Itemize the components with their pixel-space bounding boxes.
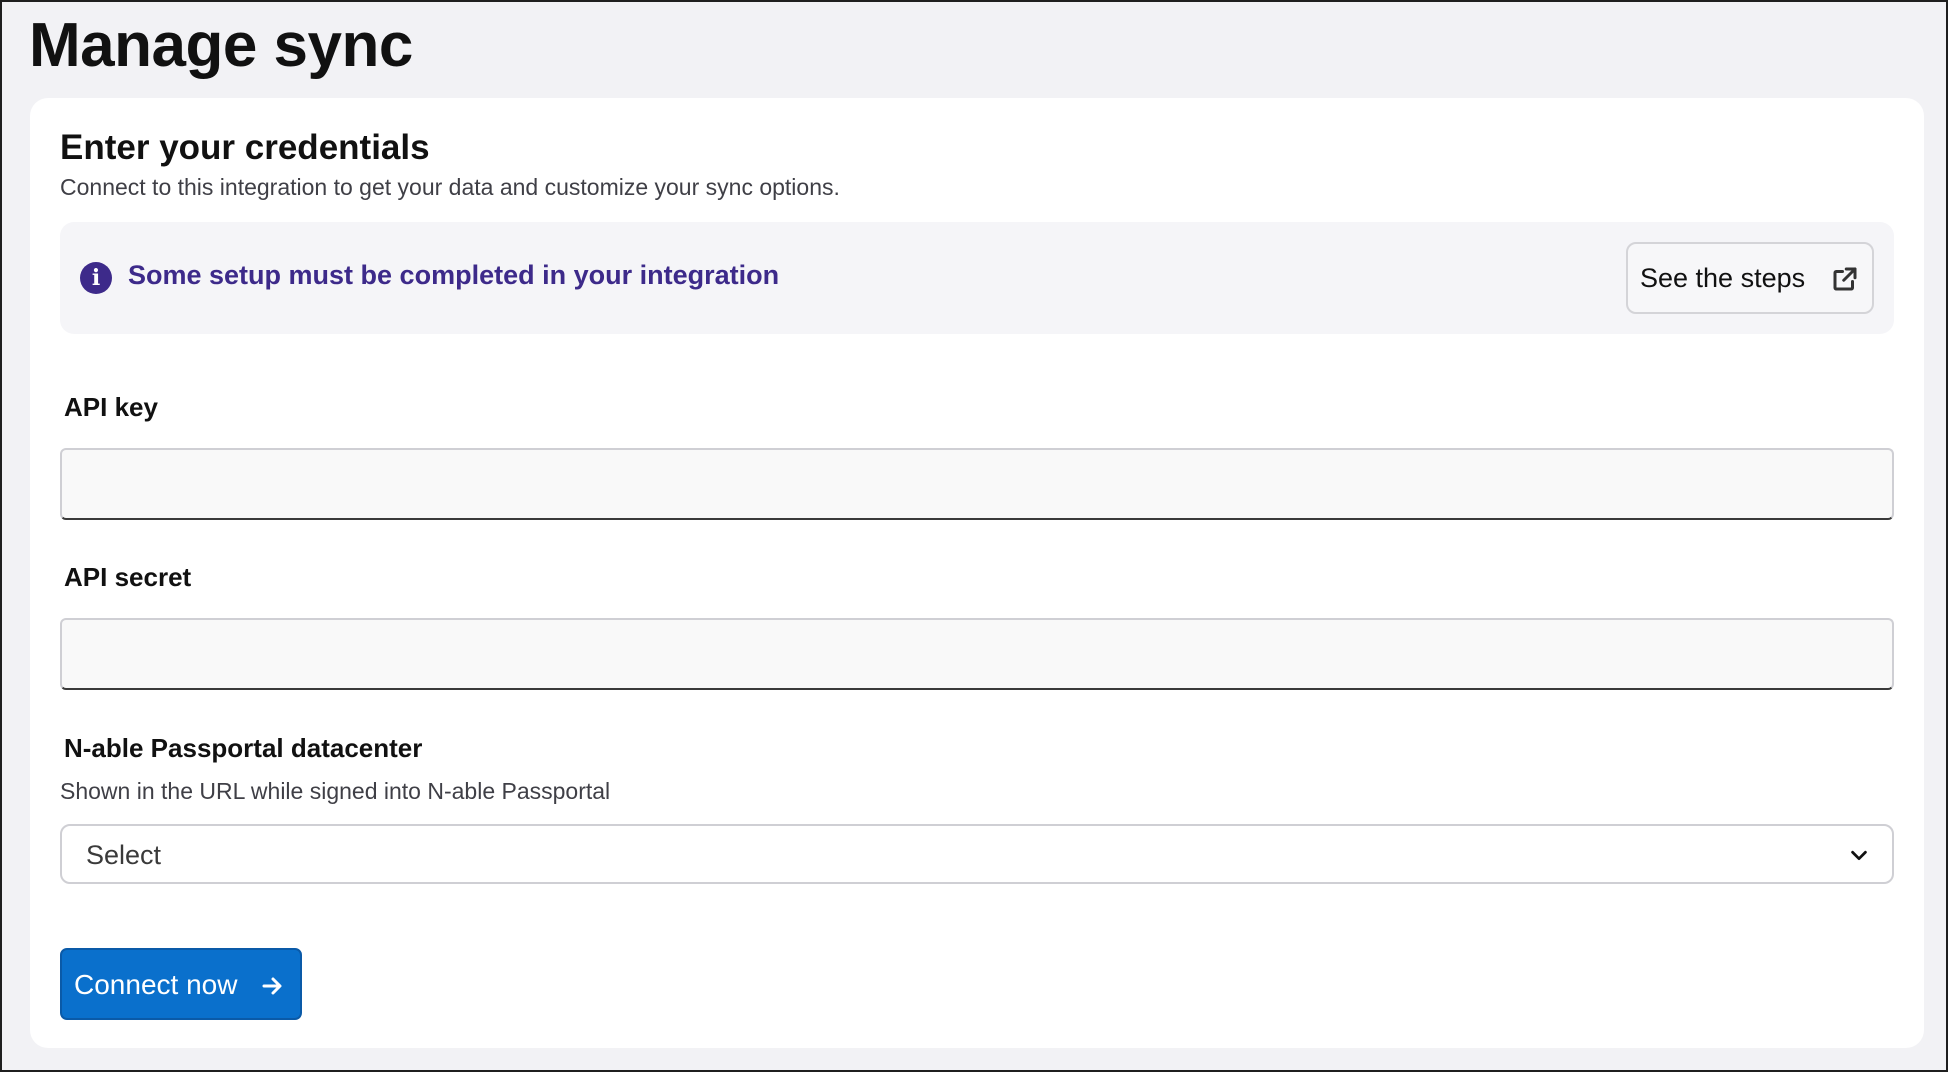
see-the-steps-button[interactable]: See the steps xyxy=(1626,242,1874,314)
setup-notice: i Some setup must be completed in your i… xyxy=(60,222,1894,334)
section-subtitle: Connect to this integration to get your … xyxy=(60,174,840,200)
app-window: Manage sync Enter your credentials Conne… xyxy=(0,0,1948,1072)
api-key-input[interactable] xyxy=(60,448,1894,520)
datacenter-select-value: Select xyxy=(86,840,162,870)
datacenter-select[interactable]: Select xyxy=(60,824,1894,884)
notice-text: Some setup must be completed in your int… xyxy=(128,260,780,290)
api-key-label: API key xyxy=(64,392,158,422)
datacenter-label: N-able Passportal datacenter xyxy=(64,733,423,763)
connect-now-label: Connect now xyxy=(74,969,238,1000)
datacenter-help-text: Shown in the URL while signed into N-abl… xyxy=(60,778,611,804)
credentials-card: Enter your credentials Connect to this i… xyxy=(30,98,1924,1048)
connect-now-button[interactable]: Connect now xyxy=(60,948,302,1020)
page-title: Manage sync xyxy=(29,11,413,80)
arrow-right-icon xyxy=(262,977,282,995)
section-title: Enter your credentials xyxy=(60,128,430,167)
external-link-icon xyxy=(1833,267,1857,291)
api-secret-label: API secret xyxy=(64,562,192,592)
chevron-down-icon xyxy=(1851,850,1867,861)
see-the-steps-label: See the steps xyxy=(1640,263,1806,293)
info-circle-icon: i xyxy=(80,262,112,294)
api-secret-input[interactable] xyxy=(60,618,1894,690)
